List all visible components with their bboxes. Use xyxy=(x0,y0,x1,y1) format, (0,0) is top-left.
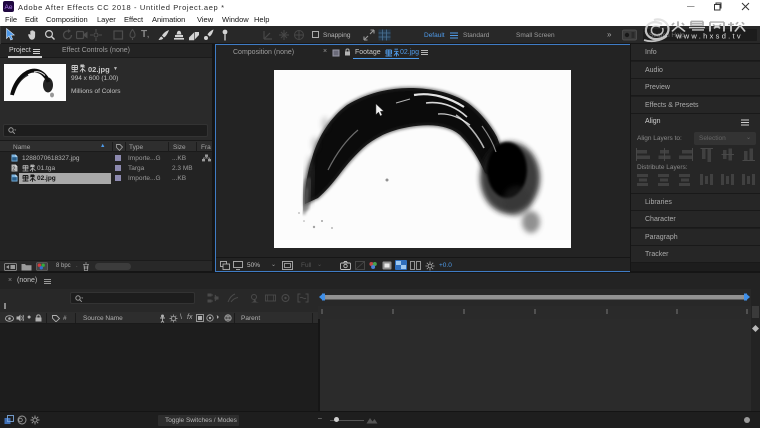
svg-text:Ae: Ae xyxy=(5,4,13,11)
svg-text:2: 2 xyxy=(12,167,15,172)
